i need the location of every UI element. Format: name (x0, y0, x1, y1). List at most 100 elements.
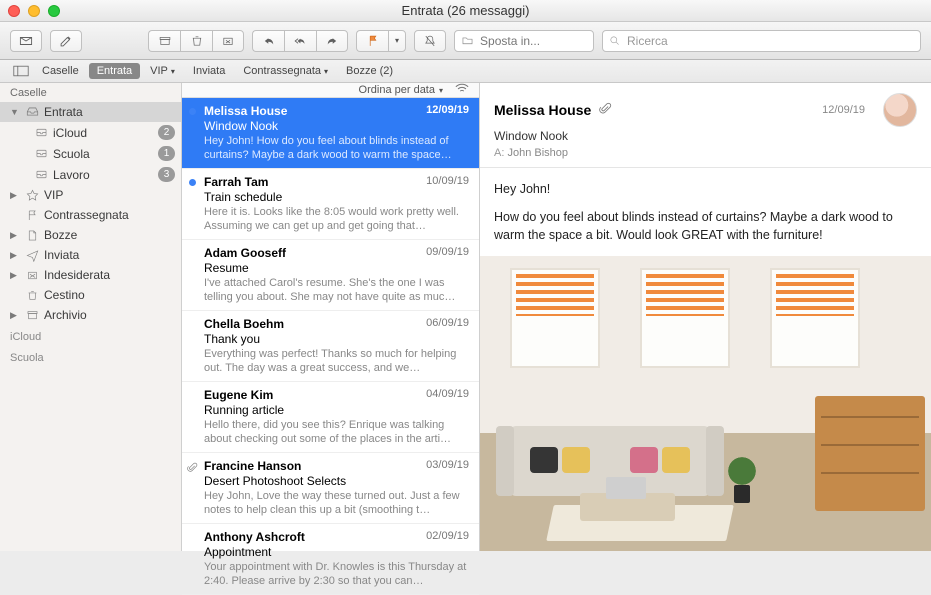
sort-label: Ordina per data (359, 84, 435, 96)
fav-mailboxes[interactable]: Caselle (34, 63, 87, 79)
msg-subject: Desert Photoshoot Selects (204, 474, 469, 488)
avatar (883, 93, 917, 127)
unread-badge: 1 (158, 146, 175, 161)
chevron-down-icon: ▾ (324, 67, 328, 76)
sidebar-section-scuola[interactable]: Scuola (0, 346, 181, 367)
msg-subject: Running article (204, 403, 469, 417)
sidebar-item-label: Scuola (53, 147, 90, 161)
inbox-icon (25, 105, 39, 119)
mute-button[interactable] (414, 30, 446, 52)
sidebar-item-cestino[interactable]: Cestino (0, 285, 181, 305)
message-row[interactable]: Chella Boehm06/09/19Thank youEverything … (182, 311, 479, 382)
msg-from: Anthony Ashcroft (204, 530, 305, 544)
toggle-sidebar-button[interactable] (10, 63, 32, 79)
activity-icon (455, 83, 469, 97)
move-placeholder: Sposta in... (480, 34, 540, 48)
archive-icon (158, 34, 172, 48)
folder-icon (461, 34, 474, 47)
sidebar-item-entrata[interactable]: ▼Entrata (0, 102, 181, 122)
header-to: A: John Bishop (494, 147, 917, 159)
msg-subject: Resume (204, 261, 469, 275)
unread-dot-icon (189, 108, 196, 115)
message-row[interactable]: Francine Hanson03/09/19Desert Photoshoot… (182, 453, 479, 524)
message-row[interactable]: Melissa House 12/09/19Window NookHey John… (182, 98, 479, 169)
fav-vip[interactable]: VIP▾ (142, 63, 183, 79)
compose-icon (59, 34, 73, 48)
to-name: John Bishop (507, 147, 568, 159)
sidebar-item-bozze[interactable]: ▶Bozze (0, 225, 181, 245)
msg-preview: Here it is. Looks like the 8:05 would wo… (204, 205, 469, 233)
sidebar-item-vip[interactable]: ▶VIP (0, 185, 181, 205)
archive-button[interactable] (148, 30, 180, 52)
sidebar-item-label: Indesiderata (44, 268, 110, 282)
sidebar-icon (13, 65, 29, 77)
disclosure-icon: ▶ (10, 250, 20, 261)
msg-date: 02/09/19 (426, 530, 469, 544)
sort-bar[interactable]: Ordina per data ▾ (182, 83, 479, 98)
fav-inbox[interactable]: Entrata (89, 63, 140, 79)
main-panes: Caselle ▼EntrataiCloud2Scuola1Lavoro3▶VI… (0, 83, 931, 551)
msg-preview: Hello there, did you see this? Enrique w… (204, 418, 469, 446)
delete-button[interactable] (180, 30, 212, 52)
unread-dot-icon (189, 179, 196, 186)
msg-preview: Your appointment with Dr. Knowles is thi… (204, 560, 469, 588)
sidebar-item-indesiderata[interactable]: ▶ Indesiderata (0, 265, 181, 285)
body-text: How do you feel about blinds instead of … (494, 208, 917, 244)
window-title: Entrata (26 messaggi) (0, 3, 931, 18)
flag-icon (25, 208, 39, 222)
junk-icon (221, 34, 235, 48)
archive-icon (25, 308, 39, 322)
fav-flagged[interactable]: Contrassegnata▾ (235, 63, 336, 79)
disclosure-icon: ▶ (10, 270, 20, 281)
compose-button[interactable] (50, 30, 82, 52)
unread-badge: 2 (158, 125, 175, 140)
msg-from: Adam Gooseff (204, 246, 286, 260)
sidebar-section-icloud[interactable]: iCloud (0, 325, 181, 346)
forward-button[interactable] (316, 30, 348, 52)
reply-button[interactable] (252, 30, 284, 52)
sidebar-item-lavoro[interactable]: Lavoro 3 (0, 164, 181, 185)
get-mail-button[interactable] (10, 30, 42, 52)
message-row[interactable]: Eugene Kim04/09/19Running articleHello t… (182, 382, 479, 453)
sidebar-item-inviata[interactable]: ▶Inviata (0, 245, 181, 265)
search-field[interactable]: Ricerca (602, 30, 921, 52)
unread-badge: 3 (158, 167, 175, 182)
search-placeholder: Ricerca (627, 34, 668, 48)
fav-sent[interactable]: Inviata (185, 63, 233, 79)
sidebar-item-label: VIP (44, 188, 63, 202)
msg-from: Eugene Kim (204, 388, 273, 402)
sidebar-item-scuola[interactable]: Scuola 1 (0, 143, 181, 164)
message-row[interactable]: Farrah Tam10/09/19Train scheduleHere it … (182, 169, 479, 240)
attachment-icon (187, 462, 198, 476)
flag-menu-button[interactable]: ▾ (388, 30, 406, 52)
sidebar-item-label: Lavoro (53, 168, 90, 182)
move-to-field[interactable]: Sposta in... (454, 30, 594, 52)
msg-subject: Window Nook (204, 119, 469, 133)
tray-icon (34, 147, 48, 161)
msg-from: Melissa House (204, 104, 287, 118)
sidebar-item-label: Contrassegnata (44, 208, 129, 222)
toolbar: ▾ Sposta in... Ricerca (0, 22, 931, 60)
msg-preview: Everything was perfect! Thanks so much f… (204, 347, 469, 375)
doc-icon (25, 228, 39, 242)
message-row[interactable]: Adam Gooseff09/09/19ResumeI've attached … (182, 240, 479, 311)
msg-date: 10/09/19 (426, 175, 469, 189)
junk-button[interactable] (212, 30, 244, 52)
msg-from: Farrah Tam (204, 175, 268, 189)
message-row[interactable]: Anthony Ashcroft02/09/19AppointmentYour … (182, 524, 479, 595)
msg-date: 12/09/19 (426, 104, 469, 118)
flag-icon (366, 34, 380, 48)
trash-icon (190, 34, 204, 48)
msg-preview: Hey John! How do you feel about blinds i… (204, 134, 469, 162)
search-icon (609, 35, 621, 47)
sidebar-item-icloud[interactable]: iCloud2 (0, 122, 181, 143)
chevron-down-icon: ▾ (171, 67, 175, 76)
sidebar-item-contrassegnata[interactable]: Contrassegnata (0, 205, 181, 225)
tray-icon (34, 168, 48, 182)
flag-button[interactable] (356, 30, 388, 52)
sidebar: Caselle ▼EntrataiCloud2Scuola1Lavoro3▶VI… (0, 83, 182, 551)
fav-drafts[interactable]: Bozze (2) (338, 63, 401, 79)
sidebar-item-archivio[interactable]: ▶Archivio (0, 305, 181, 325)
reply-all-button[interactable] (284, 30, 316, 52)
tray-icon (34, 126, 48, 140)
